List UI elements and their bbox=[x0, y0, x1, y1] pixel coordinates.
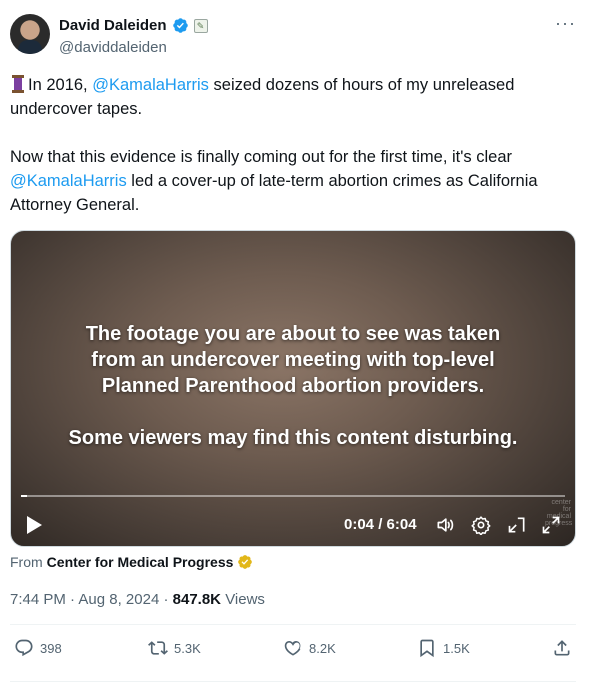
meta-separator: · bbox=[70, 591, 76, 608]
video-caption-line-2: Some viewers may find this content distu… bbox=[68, 427, 518, 449]
source-org-link[interactable]: Center for Medical Progress bbox=[47, 554, 234, 570]
reply-count: 398 bbox=[40, 640, 62, 656]
more-options-icon[interactable]: ··· bbox=[555, 14, 576, 32]
from-label: From bbox=[10, 554, 43, 570]
author-name-row: David Daleiden ✎ bbox=[59, 17, 208, 34]
reply-icon bbox=[15, 639, 33, 657]
video-watermark: center for medical progress bbox=[545, 499, 573, 527]
gold-verified-badge-icon bbox=[238, 555, 253, 569]
settings-gear-icon[interactable] bbox=[471, 515, 491, 535]
like-button[interactable]: 8.2K bbox=[283, 638, 336, 658]
tweet-actions: 398 5.3K 8.2K 1.5K bbox=[0, 638, 592, 662]
repost-icon bbox=[148, 641, 168, 655]
video-time: 0:04 / 6:04 bbox=[344, 516, 417, 533]
tweet-paragraph-1: In 2016, @KamalaHarris seized dozens of … bbox=[10, 73, 575, 121]
video-progress-bar[interactable] bbox=[21, 495, 565, 497]
repost-count: 5.3K bbox=[174, 640, 201, 656]
bookmark-icon bbox=[420, 639, 434, 658]
text-segment: Now that this evidence is finally coming… bbox=[10, 148, 513, 166]
mention-link[interactable]: @KamalaHarris bbox=[10, 172, 127, 190]
text-segment: In 2016, bbox=[28, 76, 93, 94]
avatar[interactable] bbox=[10, 14, 50, 54]
video-caption-line-1: The footage you are about to see was tak… bbox=[85, 323, 501, 397]
reply-button[interactable]: 398 bbox=[14, 638, 62, 658]
video-overlay-text: The footage you are about to see was tak… bbox=[11, 321, 575, 451]
volume-icon[interactable] bbox=[435, 515, 455, 535]
bookmark-button[interactable]: 1.5K bbox=[417, 638, 470, 658]
like-count: 8.2K bbox=[309, 640, 336, 656]
picture-in-picture-icon[interactable] bbox=[507, 515, 527, 535]
mention-link[interactable]: @KamalaHarris bbox=[92, 76, 209, 94]
repost-button[interactable]: 5.3K bbox=[148, 638, 201, 658]
share-button[interactable] bbox=[552, 638, 572, 658]
play-icon[interactable] bbox=[25, 515, 43, 535]
tweet-text: In 2016, @KamalaHarris seized dozens of … bbox=[10, 73, 575, 241]
views-label: Views bbox=[225, 591, 265, 608]
heart-icon bbox=[284, 641, 301, 656]
video-player[interactable]: The footage you are about to see was tak… bbox=[10, 230, 576, 547]
post-time[interactable]: 7:44 PM bbox=[10, 591, 66, 608]
post-date[interactable]: Aug 8, 2024 bbox=[78, 591, 159, 608]
author-handle[interactable]: @daviddaleiden bbox=[59, 39, 167, 56]
bookmark-count: 1.5K bbox=[443, 640, 470, 656]
verified-badge-icon bbox=[172, 18, 188, 33]
meta-separator: · bbox=[163, 591, 169, 608]
author-name[interactable]: David Daleiden bbox=[59, 17, 167, 34]
video-source: From Center for Medical Progress bbox=[10, 554, 253, 570]
tweet-header: David Daleiden ✎ @daviddaleiden ··· bbox=[10, 14, 576, 58]
views-count: 847.8K bbox=[172, 591, 222, 608]
tweet-paragraph-2: Now that this evidence is finally coming… bbox=[10, 145, 575, 217]
share-icon bbox=[554, 640, 570, 656]
tweet-meta: 7:44 PM · Aug 8, 2024 · 847.8K Views bbox=[10, 591, 265, 608]
profile-emoji-icon: ✎ bbox=[193, 18, 208, 33]
thread-spool-icon bbox=[10, 75, 26, 93]
video-progress-fill bbox=[21, 495, 27, 497]
divider bbox=[10, 624, 576, 625]
